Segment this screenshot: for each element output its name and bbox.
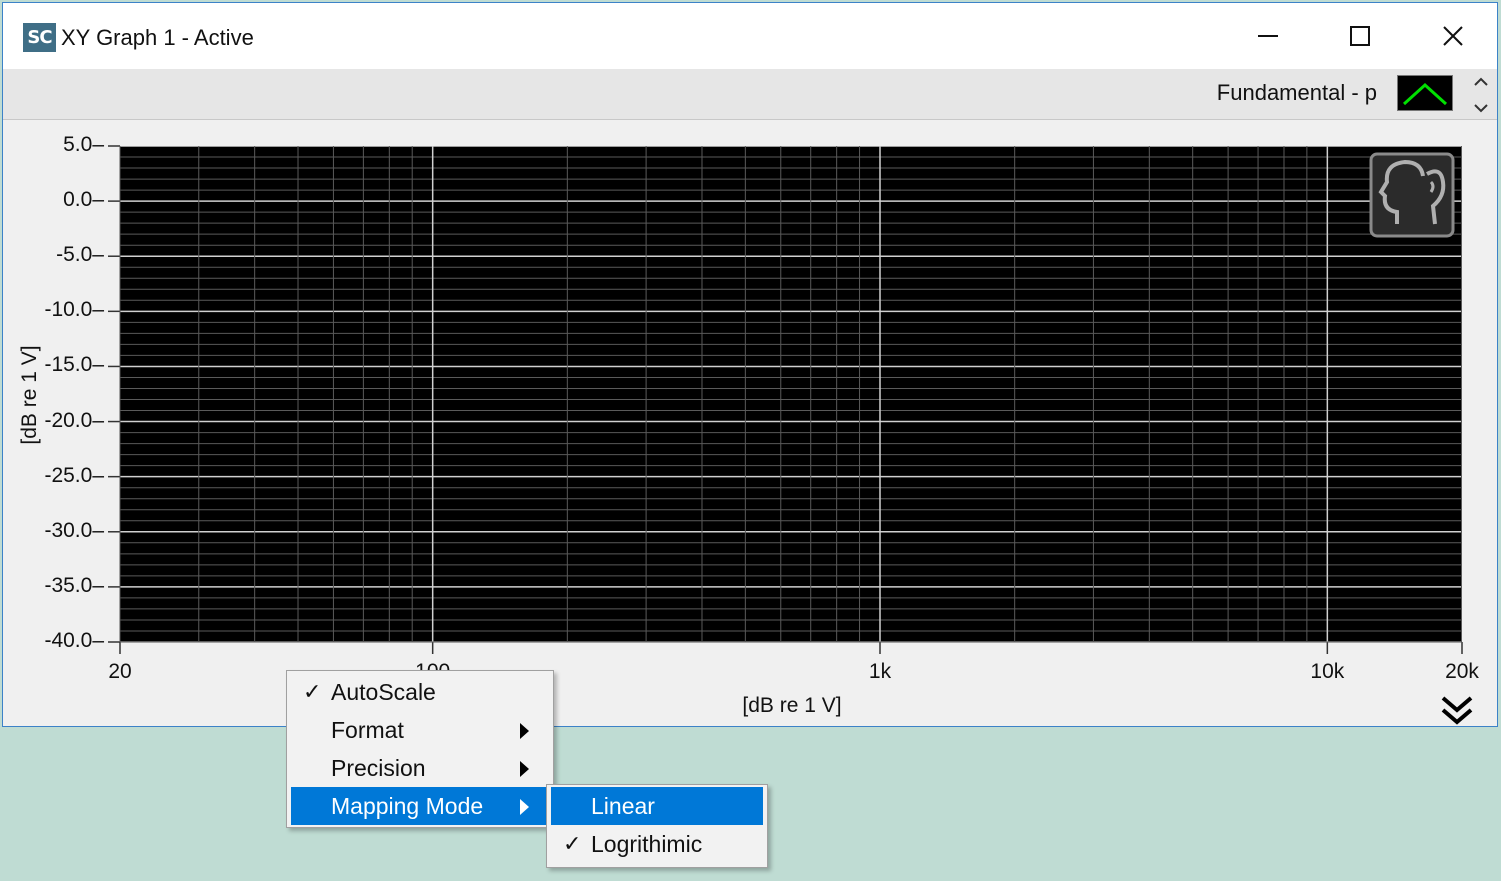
minimize-icon: [1258, 35, 1278, 37]
menu-item-label: Precision: [331, 755, 426, 781]
menu-item-label: Mapping Mode: [331, 793, 484, 819]
x-tick-label: 20: [108, 660, 132, 683]
plot-legend: Fundamental - p: [3, 69, 1497, 120]
menu-item-label: Linear: [591, 793, 655, 819]
y-tick-label: -20.0–: [44, 408, 104, 432]
y-tick-label: -15.0–: [44, 353, 104, 377]
x-tick-label: 20k: [1445, 660, 1479, 683]
check-icon: ✓: [563, 831, 582, 856]
submenu-arrow-icon: [520, 799, 529, 815]
menu-item-logarithmic[interactable]: ✓ Logrithimic: [551, 825, 763, 863]
plot-area[interactable]: [119, 145, 1463, 643]
legend-plot-name[interactable]: Fundamental - p: [1217, 79, 1377, 107]
menu-item-label: Logrithimic: [591, 831, 703, 857]
mapping-mode-submenu: Linear ✓ Logrithimic: [546, 784, 768, 868]
chevron-up-down-icon: [1474, 77, 1488, 113]
window-title: XY Graph 1 - Active: [61, 25, 254, 50]
check-icon: ✓: [303, 679, 322, 704]
submenu-arrow-icon: [520, 723, 529, 739]
x-tick-label: 10k: [1310, 660, 1345, 683]
scale-expand-button[interactable]: [1439, 692, 1475, 726]
ear-listen-icon[interactable]: [1369, 152, 1455, 238]
y-tick-label: -5.0–: [56, 243, 104, 267]
x-axis-label: [dB re 1 V]: [742, 694, 842, 717]
close-icon: [1443, 26, 1463, 46]
title-bar[interactable]: SC XY Graph 1 - Active: [3, 3, 1497, 69]
menu-item-label: Format: [331, 717, 404, 743]
y-tick-label: -35.0–: [44, 573, 104, 597]
close-button[interactable]: [1428, 13, 1478, 59]
maximize-button[interactable]: [1335, 13, 1385, 59]
y-tick-label: -10.0–: [44, 298, 104, 322]
menu-item-precision[interactable]: Precision: [291, 749, 549, 787]
double-chevron-down-icon: [1441, 696, 1473, 725]
y-tick-label: -25.0–: [44, 463, 104, 487]
y-tick-label: 5.0–: [63, 133, 104, 156]
menu-item-autoscale[interactable]: ✓ AutoScale: [291, 673, 549, 711]
scale-context-menu: ✓ AutoScale Format Precision Mapping Mod…: [286, 670, 554, 828]
y-tick-label: -30.0–: [44, 518, 104, 542]
y-tick-label: -40.0–: [44, 629, 104, 652]
app-icon: SC: [23, 23, 56, 52]
plot-grid: [119, 145, 1463, 643]
legend-plot-swatch[interactable]: [1397, 75, 1453, 111]
legend-scroll[interactable]: [1471, 75, 1491, 115]
menu-item-mapping-mode[interactable]: Mapping Mode: [291, 787, 549, 825]
y-tick-label: 0.0–: [63, 188, 104, 212]
maximize-icon: [1350, 26, 1370, 46]
minimize-button[interactable]: [1243, 13, 1293, 59]
menu-item-label: AutoScale: [331, 679, 436, 705]
menu-item-linear[interactable]: Linear: [551, 787, 763, 825]
menu-item-format[interactable]: Format: [291, 711, 549, 749]
submenu-arrow-icon: [520, 761, 529, 777]
x-tick-label: 1k: [868, 660, 892, 683]
line-style-icon: [1402, 82, 1448, 106]
